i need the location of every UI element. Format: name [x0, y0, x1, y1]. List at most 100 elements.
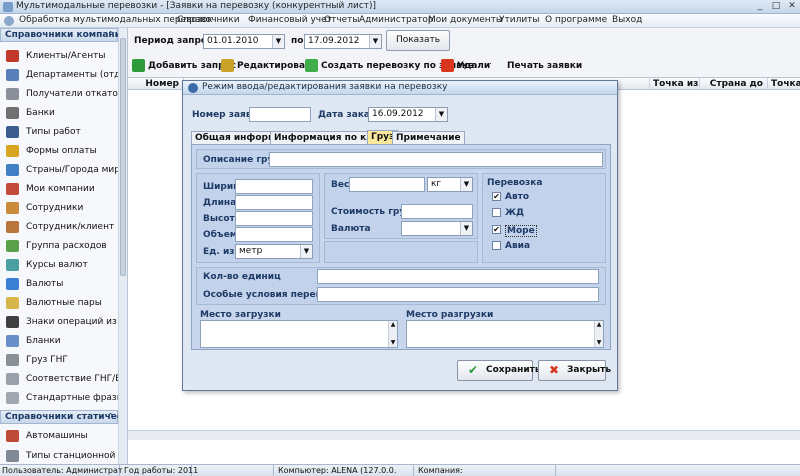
sidebar-item[interactable]: Стандартные фразы — [6, 390, 124, 406]
pieces-panel: Кол-во единиц Особые условия перевозки — [196, 267, 606, 305]
sidebar-item[interactable]: Группа расходов — [6, 238, 118, 254]
currency-combo[interactable]: ▼ — [401, 221, 473, 236]
tab-notes[interactable]: Примечание — [392, 131, 465, 144]
volume-input[interactable] — [235, 227, 313, 242]
minimize-button[interactable]: _ — [753, 1, 767, 12]
width-input[interactable] — [235, 179, 313, 194]
sidebar-item[interactable]: Страны/Города мира — [6, 162, 125, 178]
close-x-icon: ✖ — [549, 363, 560, 377]
sidebar-scroll-thumb[interactable] — [120, 38, 126, 276]
status-user: Пользователь: Администрат — [2, 465, 123, 476]
sidebar-item[interactable]: Мои компании — [6, 181, 118, 197]
transport-rail-checkbox[interactable] — [492, 208, 501, 217]
transport-air-label: Авиа — [505, 241, 531, 251]
length-input[interactable] — [235, 195, 313, 210]
sidebar-item[interactable]: Валюты — [6, 276, 118, 292]
weight-unit-value: кг — [431, 179, 442, 189]
sidebar-item[interactable]: Курсы валют — [6, 257, 118, 273]
length-label: Длина — [203, 198, 237, 208]
add-request-button[interactable]: Добавить запрос — [132, 58, 236, 74]
unload-place-scrollbar[interactable]: ▲ ▼ — [594, 321, 603, 347]
scroll-up-icon[interactable]: ▲ — [389, 321, 397, 329]
unit-combo[interactable]: метр ▼ — [235, 244, 313, 259]
date-to-combo[interactable]: 17.09.2012 ▼ — [304, 34, 382, 49]
sidebar-item[interactable]: Формы оплаты — [6, 143, 118, 159]
chevron-down-icon: ▼ — [300, 245, 312, 258]
sidebar-section-company[interactable]: Справочники компании ⌃ — [0, 28, 127, 42]
transport-auto-checkbox[interactable]: ✔ — [492, 192, 501, 201]
sidebar-scrollbar[interactable] — [118, 28, 127, 464]
sidebar-item-label: Формы оплаты — [26, 146, 97, 156]
status-year: Год работы: 2011 — [124, 465, 199, 476]
pieces-input[interactable] — [317, 269, 599, 284]
menu-item-admin[interactable]: Администратор — [359, 15, 434, 25]
sidebar-item-label: Банки — [26, 108, 55, 118]
show-button[interactable]: Показать — [386, 30, 450, 51]
create-shipment-button[interactable]: Создать перевозку по заявке — [305, 58, 474, 74]
cost-input[interactable] — [401, 204, 473, 219]
height-input[interactable] — [235, 211, 313, 226]
sidebar-item[interactable]: Валютные пары — [6, 295, 118, 311]
maximize-button[interactable]: □ — [769, 1, 783, 12]
print-request-button[interactable]: Печать заявки — [491, 58, 582, 74]
sidebar-item[interactable]: Соответствие ГНГ/ЕТСНГ — [6, 371, 127, 387]
menu-item-reports[interactable]: Отчеты — [324, 15, 360, 25]
menu-item-directories[interactable]: Справочники — [177, 15, 240, 25]
sidebar-item[interactable]: Типы станционной работы — [6, 448, 127, 464]
sidebar-item-label: Бланки — [26, 336, 61, 346]
request-date-value: 16.09.2012 — [372, 109, 424, 119]
status-company: Компания: — [416, 465, 556, 476]
request-no-input[interactable] — [249, 107, 311, 122]
special-conditions-input[interactable] — [317, 287, 599, 302]
transport-air-checkbox[interactable] — [492, 241, 501, 250]
weight-input[interactable] — [349, 177, 425, 192]
col-header-point[interactable]: Точка — [768, 78, 800, 90]
col-header-number[interactable]: Номер — [128, 78, 184, 90]
menu-item-my-documents[interactable]: Мои документы — [428, 15, 503, 25]
sidebar-item[interactable]: Типы работ — [6, 124, 118, 140]
weight-unit-combo[interactable]: кг ▼ — [427, 177, 473, 192]
sidebar-item[interactable]: Автомашины — [6, 428, 118, 444]
load-place-textarea[interactable]: ▲ ▼ — [200, 320, 398, 348]
load-place-scrollbar[interactable]: ▲ ▼ — [388, 321, 397, 347]
scroll-down-icon[interactable]: ▼ — [595, 339, 603, 347]
delete-button[interactable]: Удалить — [441, 58, 501, 74]
sidebar-item[interactable]: Знаки операций из валют... — [6, 314, 127, 330]
close-dialog-button[interactable]: ✖ Закрыть — [538, 360, 611, 381]
transport-rail-label: ЖД — [505, 208, 525, 218]
edit-button[interactable]: Редактировать — [221, 58, 316, 74]
sidebar-item[interactable]: Банки — [6, 105, 118, 121]
menu-item-utilities[interactable]: Утилиты — [499, 15, 540, 25]
menu-item-about[interactable]: О программе — [545, 15, 607, 25]
date-from-combo[interactable]: 01.01.2010 ▼ — [203, 34, 285, 49]
sidebar-item[interactable]: Клиенты/Агенты — [6, 48, 118, 64]
unload-place-textarea[interactable]: ▲ ▼ — [406, 320, 604, 348]
menu-item-finance[interactable]: Финансовый учет — [248, 15, 332, 25]
sidebar-item[interactable]: Груз ГНГ — [6, 352, 118, 368]
currency-label: Валюта — [331, 224, 371, 234]
sidebar-item[interactable]: Сотрудник/клиент — [6, 219, 118, 235]
sidebar-item-label: Сотрудники — [26, 203, 84, 213]
menu-item-exit[interactable]: Выход — [612, 15, 642, 25]
col-header-country-to[interactable]: Страна до — [700, 78, 768, 90]
sidebar-section-static[interactable]: Справочники статичес... ⌃ — [0, 410, 127, 424]
chevron-up-icon: ⌃ — [107, 30, 114, 39]
request-date-combo[interactable]: 16.09.2012 ▼ — [368, 107, 448, 122]
scroll-down-icon[interactable]: ▼ — [389, 339, 397, 347]
sidebar-item-label: Получатели откатов — [26, 89, 124, 99]
sidebar-item-label: Типы работ — [26, 127, 81, 137]
save-button[interactable]: ✔ Сохранить — [457, 360, 541, 381]
cargo-desc-input[interactable] — [269, 152, 603, 167]
sidebar-item-label: Мои компании — [26, 184, 95, 194]
close-window-button[interactable]: ✕ — [785, 1, 799, 12]
chevron-down-icon: ▼ — [460, 178, 472, 191]
sidebar-item-label: Груз ГНГ — [26, 355, 68, 365]
sidebar-item[interactable]: Департаменты (отделы) — [6, 67, 127, 83]
sidebar-item[interactable]: Получатели откатов — [6, 86, 123, 102]
sidebar-item[interactable]: Бланки — [6, 333, 118, 349]
sidebar-item[interactable]: Сотрудники — [6, 200, 118, 216]
scroll-up-icon[interactable]: ▲ — [595, 321, 603, 329]
transport-sea-checkbox[interactable]: ✔ — [492, 225, 501, 234]
col-header-point-from[interactable]: Точка из — [650, 78, 700, 90]
sidebar-item-icon — [6, 316, 19, 328]
